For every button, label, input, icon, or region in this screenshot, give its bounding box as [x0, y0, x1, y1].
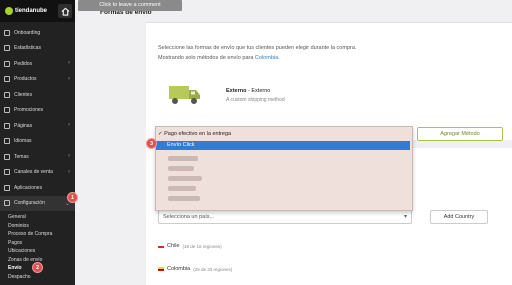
chevron-right-icon: ›: [68, 75, 70, 82]
home-button[interactable]: [58, 4, 72, 18]
submenu-despacho[interactable]: Despacho: [8, 273, 75, 282]
tag-icon: [4, 76, 10, 83]
sidebar-header: tiendanube: [0, 0, 75, 22]
chevron-right-icon: ›: [68, 168, 70, 175]
submenu-zonas-envio[interactable]: Zonas de envío: [8, 256, 75, 265]
step-badge: 1: [67, 192, 78, 203]
sidebar-menu: Onboarding Estadísticas Pedidos › Product…: [0, 22, 75, 281]
sidebar-item-aplicaciones[interactable]: Aplicaciones: [0, 180, 75, 196]
blurred-option[interactable]: [168, 186, 196, 191]
logo[interactable]: tiendanube: [5, 7, 47, 15]
shipping-method-card: Externo - Externo A custom shipping meth…: [158, 74, 504, 124]
sidebar-item-estadisticas[interactable]: Estadísticas: [0, 41, 75, 57]
comment-tooltip: Click to leave a comment: [78, 0, 182, 11]
store-icon: [4, 169, 10, 176]
sidebar-item-promociones[interactable]: Promociones: [0, 103, 75, 119]
logo-icon: [5, 7, 13, 15]
apps-icon: [4, 184, 10, 191]
percent-icon: [4, 107, 10, 114]
step-badge: 3: [146, 138, 157, 149]
submenu-dominios[interactable]: Dominios: [8, 222, 75, 231]
chevron-right-icon: ›: [68, 122, 70, 128]
step-badge: 2: [32, 262, 43, 273]
globe-icon: [4, 138, 10, 145]
palette-icon: [4, 153, 10, 160]
gear-icon: [4, 200, 10, 207]
sidebar-item-temas[interactable]: Temas ›: [0, 149, 75, 165]
country-row-chile[interactable]: Chile (16 de 16 regiones): [158, 243, 222, 249]
shipping-method-desc: A custom shipping method: [226, 97, 285, 103]
submenu-ubicaciones[interactable]: Ubicaciones: [8, 247, 75, 256]
shipping-methods-panel: Seleccione las formas de envío que tus c…: [146, 22, 512, 140]
blurred-option[interactable]: [168, 156, 198, 161]
country-link[interactable]: Colombia.: [255, 55, 280, 61]
chart-icon: [4, 45, 10, 52]
shipping-method-dropdown[interactable]: ✓ Pago efectivo en la entrega Envío Clic…: [155, 126, 413, 211]
dropdown-option-highlighted[interactable]: Envío Click: [156, 141, 410, 150]
sidebar-item-paginas[interactable]: Páginas ›: [0, 118, 75, 134]
sidebar-item-clientes[interactable]: Clientes: [0, 87, 75, 103]
sidebar-item-idiomas[interactable]: Idiomas: [0, 134, 75, 150]
chile-flag-icon: [158, 244, 164, 248]
agregar-metodo-button[interactable]: Agregar Método: [417, 127, 503, 141]
truck-icon: [169, 86, 200, 104]
home-icon: [61, 7, 69, 16]
add-country-button[interactable]: Add Country: [430, 210, 488, 224]
submenu-pagos[interactable]: Pagos: [8, 239, 75, 248]
sidebar-item-pedidos[interactable]: Pedidos ›: [0, 56, 75, 72]
blurred-option[interactable]: [168, 166, 194, 171]
shipping-method-name: Externo - Externo: [226, 88, 271, 94]
sidebar-item-productos[interactable]: Productos ›: [0, 72, 75, 88]
blurred-option[interactable]: [168, 196, 200, 201]
dropdown-option-selected[interactable]: ✓ Pago efectivo en la entrega: [158, 131, 231, 137]
country-row-colombia[interactable]: Colombia (29 de 33 regiones): [158, 266, 232, 272]
sidebar: tiendanube Onboarding Estadísticas Pedid…: [0, 0, 75, 285]
cart-icon: [4, 60, 10, 67]
submenu-general[interactable]: General: [8, 213, 75, 222]
user-icon: [4, 91, 10, 98]
colombia-flag-icon: [158, 267, 164, 271]
sidebar-item-onboarding[interactable]: Onboarding: [0, 25, 75, 41]
page-icon: [4, 122, 10, 129]
country-select[interactable]: Selecciona un país... ▾: [158, 210, 412, 224]
chevron-down-icon: ▾: [403, 214, 407, 220]
chevron-right-icon: ›: [68, 60, 70, 66]
sidebar-item-canales[interactable]: Canales de venta ›: [0, 165, 75, 181]
chevron-right-icon: ›: [68, 153, 70, 159]
intro-text: Seleccione las formas de envío que tus c…: [158, 45, 357, 61]
submenu-proceso-compra[interactable]: Proceso de Compra: [8, 230, 75, 239]
blurred-option[interactable]: [168, 176, 202, 181]
check-icon: [4, 29, 10, 36]
sidebar-item-configuracion[interactable]: Configuración ⌄: [0, 195, 75, 211]
